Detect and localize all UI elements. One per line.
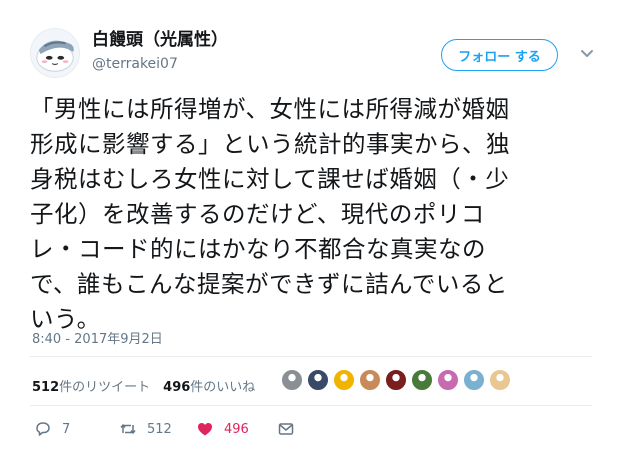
engagement-stats: 512件のリツイート 496件のいいね: [32, 376, 268, 395]
liker-avatar[interactable]: [489, 369, 511, 391]
divider: [30, 405, 592, 406]
reply-count: 7: [62, 421, 71, 437]
avatar[interactable]: [30, 28, 80, 78]
liker-avatar[interactable]: [281, 369, 303, 391]
reply-action[interactable]: 7: [34, 420, 70, 438]
liker-avatar[interactable]: [385, 369, 407, 391]
retweet-icon: [120, 424, 136, 434]
direct-message-action[interactable]: [277, 420, 295, 438]
like-stat[interactable]: 496件のいいね: [163, 376, 255, 395]
retweet-stat-count: 512: [32, 380, 60, 395]
divider: [30, 356, 592, 357]
author-info[interactable]: 白饅頭（光属性） @terrakei07: [92, 30, 228, 73]
liker-avatar[interactable]: [411, 369, 433, 391]
retweet-stat[interactable]: 512件のリツイート: [32, 376, 150, 395]
author-display-name[interactable]: 白饅頭（光属性）: [92, 30, 228, 50]
liker-avatar[interactable]: [437, 369, 459, 391]
liker-avatar[interactable]: [359, 369, 381, 391]
envelope-icon: [278, 423, 294, 435]
reply-icon: [36, 422, 50, 436]
like-count: 496: [224, 421, 249, 437]
like-stat-count: 496: [163, 380, 191, 395]
tweet-timestamp[interactable]: 8:40 - 2017年9月2日: [32, 328, 163, 347]
heart-icon: [198, 423, 212, 436]
like-action[interactable]: 496: [196, 420, 249, 438]
liker-avatar[interactable]: [463, 369, 485, 391]
author-handle[interactable]: @terrakei07: [92, 55, 228, 73]
retweet-count: 512: [147, 421, 172, 437]
tweet-card: 白饅頭（光属性） @terrakei07 フォロー する 「男性には所得増が、女…: [0, 0, 629, 467]
avatar-mascot-icon: [36, 40, 74, 72]
retweet-action[interactable]: 512: [119, 420, 172, 438]
liker-avatar[interactable]: [333, 369, 355, 391]
liker-avatars: [281, 369, 515, 391]
retweet-stat-label: 件のリツイート: [59, 380, 151, 395]
like-stat-label: 件のいいね: [190, 380, 256, 395]
follow-button[interactable]: フォロー する: [441, 39, 558, 71]
liker-avatar[interactable]: [307, 369, 329, 391]
tweet-text: 「男性には所得増が、女性には所得減が婚姻 形成に影響する」という統計的事実から、…: [30, 95, 510, 333]
chevron-down-icon[interactable]: [578, 44, 596, 62]
